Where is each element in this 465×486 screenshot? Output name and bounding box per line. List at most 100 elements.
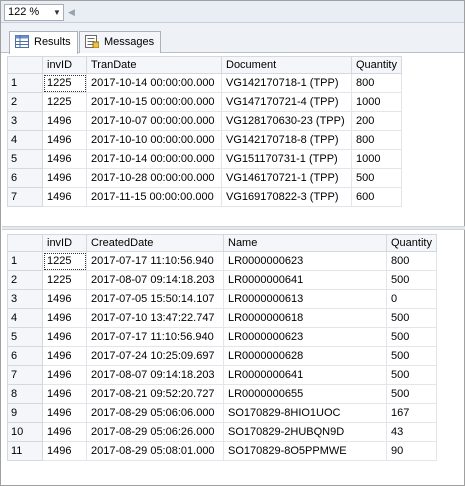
table-row[interactable]: 6 1496 2017-10-28 00:00:00.000 VG146170721-… <box>7 168 402 188</box>
row-number-cell[interactable]: 6 <box>7 168 43 188</box>
table-cell[interactable]: 800 <box>386 251 437 271</box>
table-cell[interactable]: 500 <box>386 365 437 385</box>
table-cell[interactable]: 600 <box>351 187 402 207</box>
table-cell[interactable]: 1496 <box>42 111 87 131</box>
table-cell[interactable]: VG142170718-8 (TPP) <box>221 130 352 150</box>
table-cell[interactable]: 1496 <box>42 403 87 423</box>
table-cell[interactable]: VG151170731-1 (TPP) <box>221 149 352 169</box>
table-row[interactable]: 3 1496 2017-07-05 15:50:14.107 LR0000000613… <box>7 289 437 309</box>
table-cell[interactable]: 2017-07-17 11:10:56.940 <box>86 251 224 271</box>
table-cell[interactable]: 1496 <box>42 346 87 366</box>
row-number-cell[interactable]: 8 <box>7 384 43 404</box>
table-cell[interactable]: 1496 <box>42 422 87 442</box>
row-number-cell[interactable]: 6 <box>7 346 43 366</box>
table-cell[interactable]: LR0000000618 <box>223 308 387 328</box>
table-cell[interactable]: 2017-10-07 00:00:00.000 <box>86 111 222 131</box>
table-cell[interactable]: 1496 <box>42 308 87 328</box>
table-cell[interactable]: LR0000000641 <box>223 365 387 385</box>
table-cell[interactable]: 1496 <box>42 187 87 207</box>
row-number-cell[interactable]: 7 <box>7 187 43 207</box>
table-cell[interactable]: 2017-08-29 05:06:26.000 <box>86 422 224 442</box>
table-cell[interactable]: 0 <box>386 289 437 309</box>
column-header[interactable]: invID <box>42 234 87 252</box>
table-cell[interactable]: SO170829-8HIO1UOC <box>223 403 387 423</box>
table-cell[interactable]: 2017-08-07 09:14:18.203 <box>86 365 224 385</box>
table-cell[interactable]: LR0000000628 <box>223 346 387 366</box>
table-cell[interactable]: 2017-08-29 05:06:06.000 <box>86 403 224 423</box>
table-cell[interactable]: 2017-08-21 09:52:20.727 <box>86 384 224 404</box>
scroll-left-icon[interactable]: ◀ <box>68 4 78 20</box>
row-number-cell[interactable]: 4 <box>7 130 43 150</box>
table-cell[interactable]: 1496 <box>42 384 87 404</box>
table-cell[interactable]: 2017-10-28 00:00:00.000 <box>86 168 222 188</box>
row-number-cell[interactable]: 7 <box>7 365 43 385</box>
table-cell[interactable]: 2017-07-10 13:47:22.747 <box>86 308 224 328</box>
zoom-select[interactable]: 122 % ▼ <box>4 4 64 21</box>
table-cell[interactable]: 43 <box>386 422 437 442</box>
table-row[interactable]: 2 1225 2017-08-07 09:14:18.203 LR0000000641… <box>7 270 437 290</box>
column-header[interactable]: TranDate <box>86 56 222 74</box>
column-header[interactable]: Document <box>221 56 352 74</box>
column-header[interactable]: Quantity <box>386 234 437 252</box>
table-row[interactable]: 6 1496 2017-07-24 10:25:09.697 LR0000000628… <box>7 346 437 366</box>
table-cell[interactable]: 500 <box>386 327 437 347</box>
table-row[interactable]: 5 1496 2017-07-17 11:10:56.940 LR0000000623… <box>7 327 437 347</box>
table-cell[interactable]: 1496 <box>42 327 87 347</box>
table-cell[interactable]: LR0000000623 <box>223 251 387 271</box>
tab-messages[interactable]: Messages <box>79 31 162 53</box>
table-row[interactable]: 4 1496 2017-10-10 00:00:00.000 VG142170718-… <box>7 130 402 150</box>
chevron-down-icon[interactable]: ▼ <box>51 5 63 20</box>
row-number-cell[interactable]: 2 <box>7 92 43 112</box>
row-number-cell[interactable]: 11 <box>7 441 43 461</box>
row-number-cell[interactable]: 5 <box>7 327 43 347</box>
table-cell[interactable]: 500 <box>386 384 437 404</box>
table-cell[interactable]: 800 <box>351 130 402 150</box>
table-cell[interactable]: 2017-08-07 09:14:18.203 <box>86 270 224 290</box>
table-cell[interactable]: 2017-10-15 00:00:00.000 <box>86 92 222 112</box>
table-cell[interactable]: 2017-10-14 00:00:00.000 <box>86 149 222 169</box>
table-row[interactable]: 2 1225 2017-10-15 00:00:00.000 VG147170721-… <box>7 92 402 112</box>
table-cell[interactable]: 1496 <box>42 130 87 150</box>
table-cell[interactable]: VG142170718-1 (TPP) <box>221 73 352 93</box>
table-cell[interactable]: VG147170721-4 (TPP) <box>221 92 352 112</box>
table-cell[interactable]: 2017-07-05 15:50:14.107 <box>86 289 224 309</box>
table-cell[interactable]: SO170829-2HUBQN9D <box>223 422 387 442</box>
row-number-cell[interactable]: 3 <box>7 289 43 309</box>
grid-splitter[interactable] <box>2 226 465 230</box>
row-number-cell[interactable]: 4 <box>7 308 43 328</box>
table-cell[interactable]: LR0000000613 <box>223 289 387 309</box>
table-cell[interactable]: 1225 <box>42 92 87 112</box>
column-header[interactable]: CreatedDate <box>86 234 224 252</box>
table-cell[interactable]: LR0000000641 <box>223 270 387 290</box>
table-cell[interactable]: 1496 <box>42 441 87 461</box>
table-row[interactable]: 9 1496 2017-08-29 05:06:06.000 SO170829-8HI… <box>7 403 437 423</box>
column-header[interactable]: Name <box>223 234 387 252</box>
row-number-cell[interactable]: 1 <box>7 73 43 93</box>
table-row[interactable]: 3 1496 2017-10-07 00:00:00.000 VG128170630-… <box>7 111 402 131</box>
table-cell[interactable]: 2017-11-15 00:00:00.000 <box>86 187 222 207</box>
table-cell[interactable]: 800 <box>351 73 402 93</box>
tab-results[interactable]: Results <box>9 31 78 54</box>
table-cell[interactable]: 1496 <box>42 149 87 169</box>
table-cell[interactable]: LR0000000655 <box>223 384 387 404</box>
table-cell[interactable]: 1225 <box>42 251 87 271</box>
table-cell[interactable]: 1225 <box>42 270 87 290</box>
table-row[interactable]: 10 1496 2017-08-29 05:06:26.000 SO170829-2H… <box>7 422 437 442</box>
horizontal-scrollbar[interactable] <box>81 9 461 15</box>
table-cell[interactable]: 1000 <box>351 92 402 112</box>
table-cell[interactable]: 500 <box>386 346 437 366</box>
row-number-cell[interactable]: 3 <box>7 111 43 131</box>
column-header[interactable]: invID <box>42 56 87 74</box>
table-cell[interactable]: SO170829-8O5PPMWE <box>223 441 387 461</box>
table-row[interactable]: 8 1496 2017-08-21 09:52:20.727 LR0000000655… <box>7 384 437 404</box>
table-cell[interactable]: 2017-07-24 10:25:09.697 <box>86 346 224 366</box>
table-cell[interactable]: 90 <box>386 441 437 461</box>
table-cell[interactable]: 1000 <box>351 149 402 169</box>
table-cell[interactable]: 500 <box>386 308 437 328</box>
table-cell[interactable]: 500 <box>386 270 437 290</box>
table-cell[interactable]: 2017-07-17 11:10:56.940 <box>86 327 224 347</box>
table-row[interactable]: 7 1496 2017-08-07 09:14:18.203 LR0000000641… <box>7 365 437 385</box>
table-row[interactable]: 4 1496 2017-07-10 13:47:22.747 LR0000000618… <box>7 308 437 328</box>
table-cell[interactable]: VG128170630-23 (TPP) <box>221 111 352 131</box>
table-cell[interactable]: 1496 <box>42 289 87 309</box>
